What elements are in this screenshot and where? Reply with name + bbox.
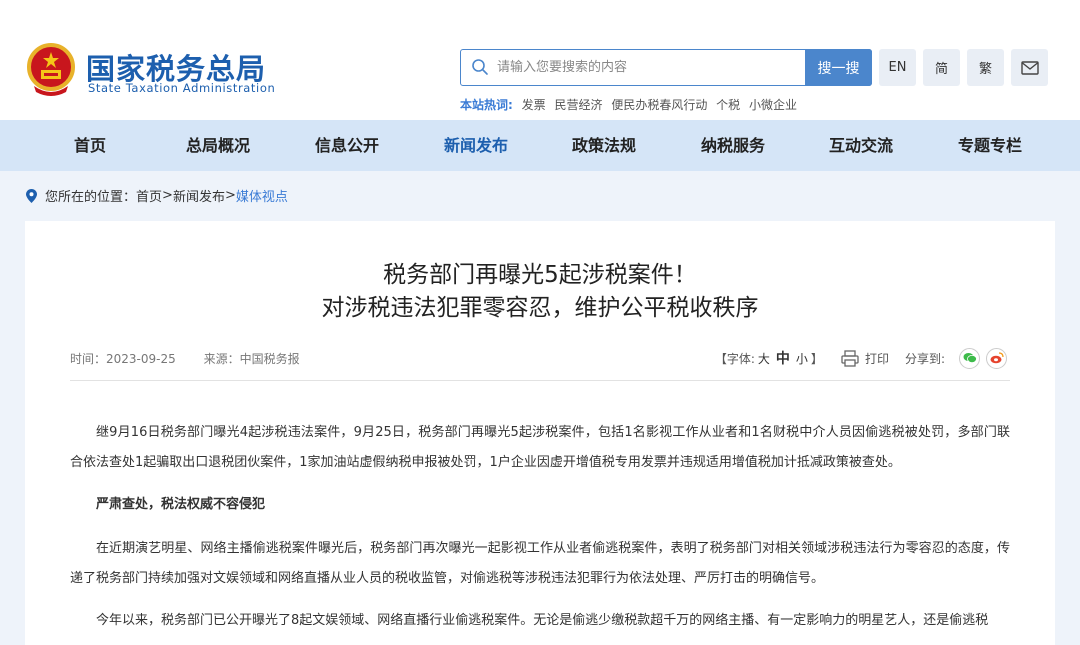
main-nav: 首页 总局概况 信息公开 新闻发布 政策法规 纳税服务 互动交流 专题专栏 (0, 120, 1080, 171)
breadcrumb-current[interactable]: 媒体视点 (236, 186, 288, 205)
article-tools: 【字体: 大 中 小 】 打印 分享到: (715, 346, 1007, 370)
share-label: 分享到: (904, 351, 945, 366)
hot-words-label: 本站热词: (460, 98, 513, 112)
hot-word[interactable]: 民营经济 (554, 98, 602, 112)
print-button[interactable]: 打印 (865, 350, 889, 367)
breadcrumb-home[interactable]: 首页 (136, 186, 162, 205)
share-wechat-button[interactable] (959, 347, 980, 369)
hot-word[interactable]: 小微企业 (749, 98, 797, 112)
nav-item-service[interactable]: 纳税服务 (678, 120, 788, 171)
lang-simplified-button[interactable]: 简 (923, 49, 960, 86)
site-header: 国家税务总局 State Taxation Administration 搜一搜… (0, 0, 1080, 120)
search-input[interactable] (497, 50, 797, 85)
article-title-line2: 对涉税违法犯罪零容忍，维护公平税收秩序 (321, 295, 759, 321)
nav-item-home[interactable]: 首页 (35, 120, 145, 171)
search-icon (472, 59, 488, 75)
date-label: 时间： (70, 352, 107, 366)
article: 税务部门再曝光5起涉税案件！ 对涉税违法犯罪零容忍，维护公平税收秩序 时间：20… (25, 221, 1055, 645)
article-paragraph: 在近期演艺明星、网络主播偷逃税案件曝光后，税务部门再次曝光一起影视工作从业者偷逃… (70, 541, 1010, 586)
article-title: 税务部门再曝光5起涉税案件！ (383, 262, 697, 288)
breadcrumb-label: 您所在的位置： (45, 190, 137, 205)
source-label: 来源： (203, 352, 240, 366)
wechat-icon (963, 353, 977, 363)
source-value: 中国税务报 (239, 352, 300, 366)
breadcrumb-separator: > (162, 188, 173, 203)
hot-words: 本站热词: 发票 民营经济 便民办税春风行动 个税 小微企业 (460, 96, 797, 113)
mail-button[interactable] (1011, 49, 1048, 86)
font-size-small[interactable]: 小 (796, 350, 808, 367)
share-weibo-button[interactable] (986, 347, 1007, 369)
breadcrumb-separator: > (224, 188, 236, 203)
print-icon[interactable] (841, 349, 859, 367)
hot-word[interactable]: 个税 (716, 98, 740, 112)
nav-item-news[interactable]: 新闻发布 (421, 120, 531, 171)
weibo-icon (990, 352, 1004, 364)
divider (70, 380, 1010, 381)
publish-date: 时间：2023-09-25 (70, 352, 176, 366)
hot-word[interactable]: 发票 (522, 98, 546, 112)
nav-item-interaction[interactable]: 互动交流 (806, 120, 916, 171)
font-size-large[interactable]: 大 (758, 350, 770, 367)
font-size-label: 【字体: (714, 351, 755, 366)
article-paragraph: 继9月16日税务部门曝光4起涉税违法案件，9月25日，税务部门再曝光5起涉税案件… (70, 425, 1010, 470)
breadcrumb-section[interactable]: 新闻发布 (173, 186, 225, 205)
search-button[interactable]: 搜一搜 (805, 49, 872, 86)
lang-traditional-button[interactable]: 繁 (967, 49, 1004, 86)
article-subheading: 严肃查处，税法权威不容侵犯 (96, 497, 266, 512)
site-name-en: State Taxation Administration (88, 81, 276, 95)
article-meta: 时间：2023-09-25 来源：中国税务报 (70, 350, 324, 367)
hot-word[interactable]: 便民办税春风行动 (611, 98, 707, 112)
nav-item-info[interactable]: 信息公开 (292, 120, 402, 171)
national-emblem-icon (27, 43, 75, 96)
source: 来源：中国税务报 (204, 352, 300, 366)
font-size-end: 】 (810, 351, 823, 366)
font-size-medium[interactable]: 中 (776, 348, 790, 368)
nav-item-topics[interactable]: 专题专栏 (935, 120, 1045, 171)
mail-icon (1020, 60, 1039, 75)
location-pin-icon (26, 188, 37, 203)
date-value: 2023-09-25 (106, 352, 176, 366)
nav-item-policy[interactable]: 政策法规 (549, 120, 659, 171)
nav-item-overview[interactable]: 总局概况 (163, 120, 273, 171)
article-paragraph: 今年以来，税务部门已公开曝光了8起文娱领域、网络直播行业偷逃税案件。无论是偷逃少… (96, 613, 989, 628)
lang-en-button[interactable]: EN (879, 49, 916, 86)
breadcrumb: 您所在的位置： 首页 > 新闻发布 > 媒体视点 (26, 186, 288, 205)
search-box: 搜一搜 (460, 49, 872, 86)
